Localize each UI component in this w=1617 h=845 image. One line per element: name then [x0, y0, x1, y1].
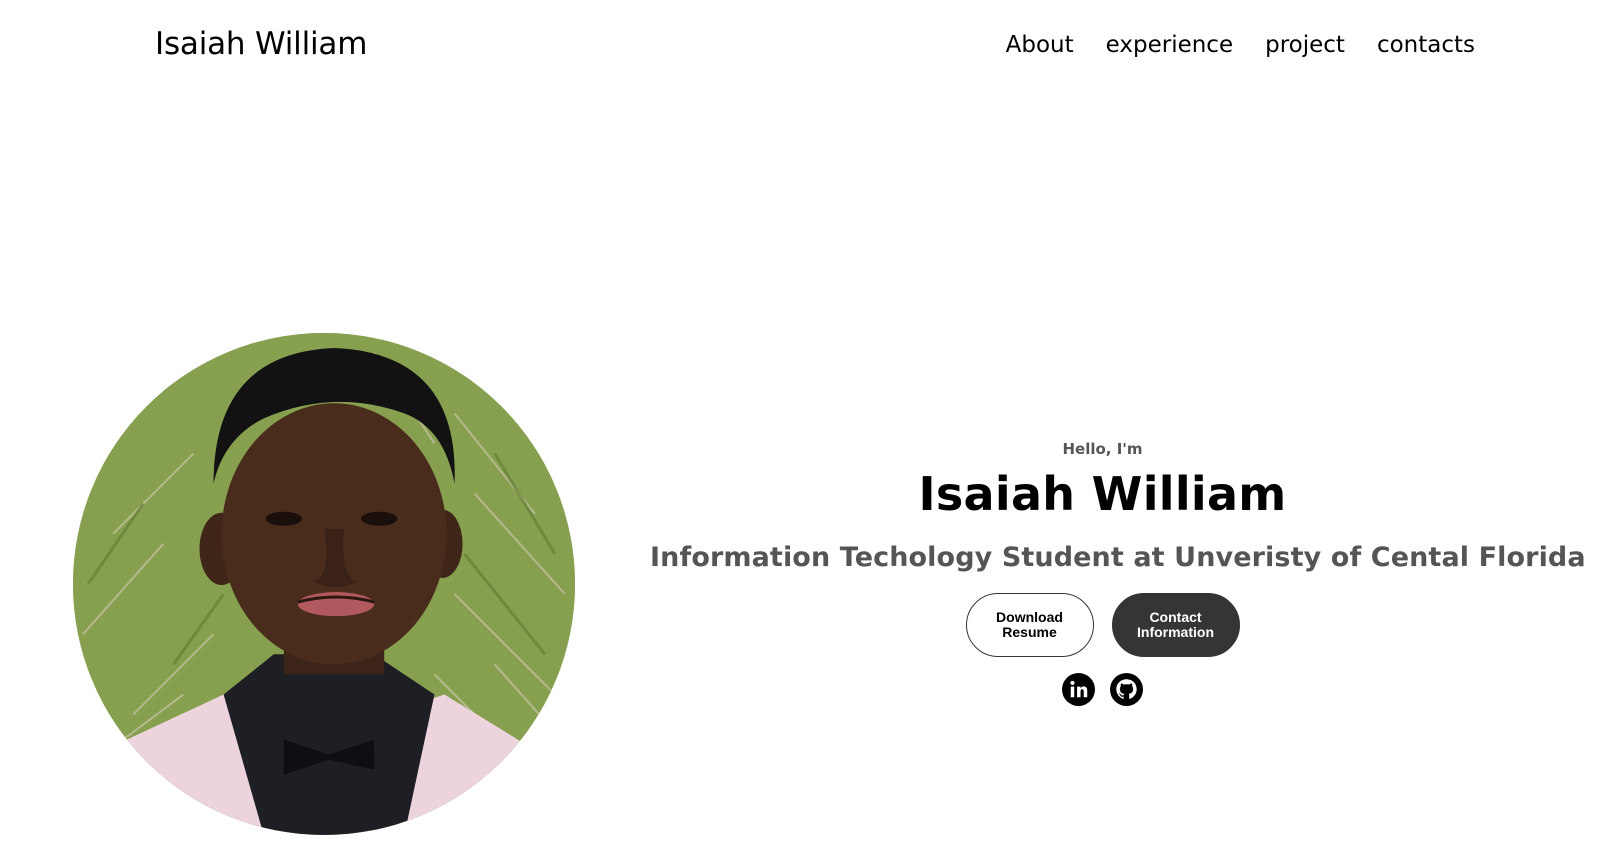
hero-buttons: Download Resume Contact Information — [650, 593, 1555, 657]
profile-photo-illustration — [73, 333, 575, 835]
linkedin-icon[interactable] — [1062, 673, 1095, 706]
nav-link-project[interactable]: project — [1265, 32, 1345, 58]
site-logo[interactable]: Isaiah William — [155, 26, 367, 62]
nav-item-about: About — [1006, 32, 1074, 58]
hero-section: Hello, I'm Isaiah William Information Te… — [650, 440, 1586, 706]
profile-picture — [73, 333, 575, 835]
hero-name: Isaiah William — [918, 467, 1287, 521]
nav-item-experience: experience — [1106, 32, 1233, 58]
page: Isaiah William About experience project … — [0, 0, 1617, 845]
download-resume-button[interactable]: Download Resume — [965, 593, 1094, 657]
social-links — [650, 673, 1555, 706]
nav-item-project: project — [1265, 32, 1345, 58]
contact-info-button[interactable]: Contact Information — [1111, 593, 1240, 657]
main-nav: About experience project contacts — [1006, 32, 1475, 58]
nav-link-about[interactable]: About — [1006, 32, 1074, 58]
github-icon[interactable] — [1110, 673, 1143, 706]
hero-subtitle: Information Techology Student at Unveris… — [650, 542, 1586, 573]
nav-link-experience[interactable]: experience — [1106, 32, 1233, 58]
nav-item-contacts: contacts — [1377, 32, 1475, 58]
nav-link-contacts[interactable]: contacts — [1377, 32, 1475, 58]
hero-greeting: Hello, I'm — [1062, 440, 1143, 458]
